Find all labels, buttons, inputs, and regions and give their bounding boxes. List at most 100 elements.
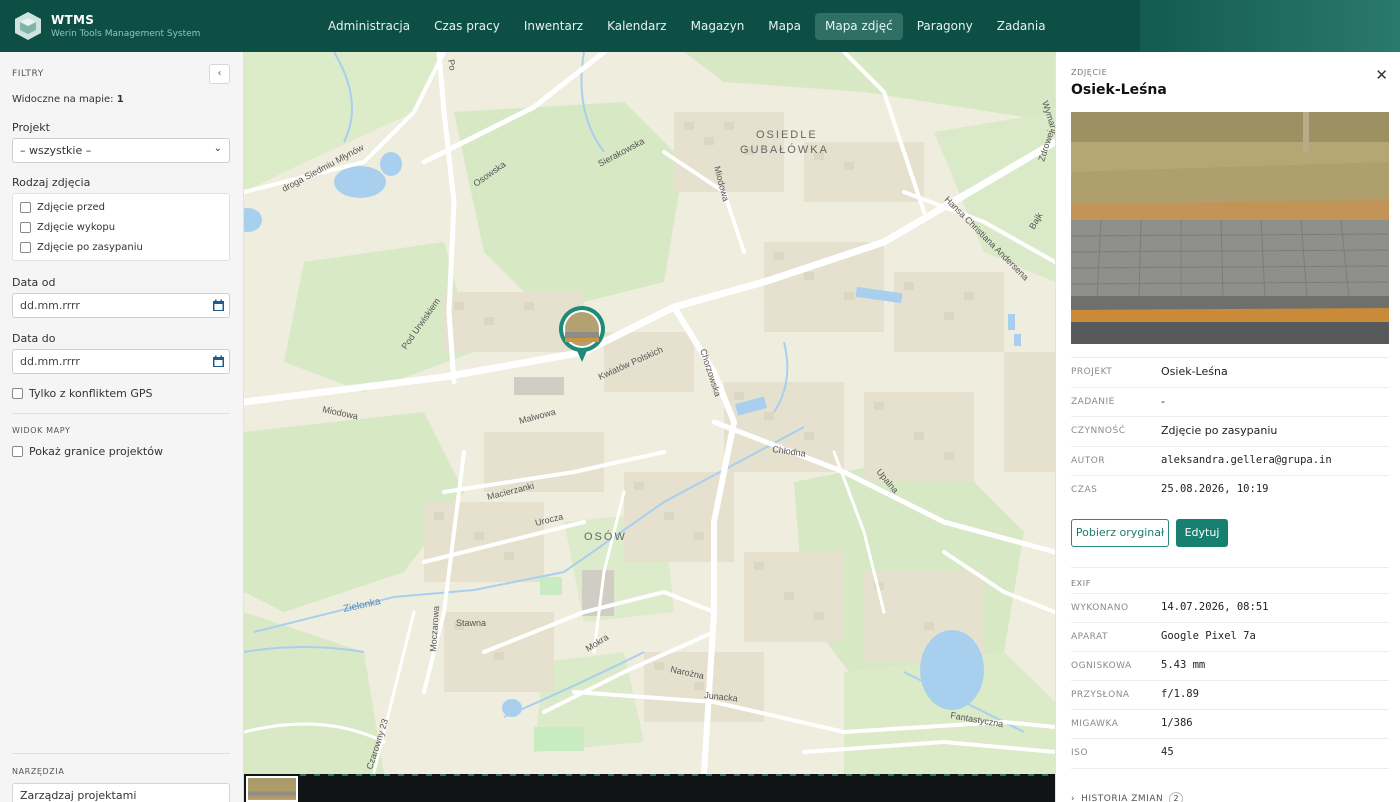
map-label-moczarowa: Moczarowa: [428, 606, 441, 653]
checkbox-show-bounds[interactable]: [12, 446, 23, 457]
main-nav: Administracja Czas pracy Inwentarz Kalen…: [318, 13, 1056, 40]
photo-thumbnail-strip: [244, 774, 1055, 802]
map-label-chorzowska: Chorzowska: [698, 348, 723, 398]
gps-conflict-label: Tylko z konfliktem GPS: [29, 387, 153, 400]
photo-type-label: Rodzaj zdjęcia: [12, 176, 91, 189]
history-toggle[interactable]: › HISTORIA ZMIAN 2: [1071, 792, 1184, 802]
exif-key: PRZYSŁONA: [1071, 690, 1130, 700]
nav-inwentarz[interactable]: Inwentarz: [514, 13, 593, 40]
photo-type-option[interactable]: Zdjęcie przed: [20, 202, 105, 213]
tools-title: NARZĘDZIA: [12, 767, 65, 776]
chevron-left-icon: ‹: [217, 68, 222, 79]
exif-value: 14.07.2026, 08:51: [1161, 601, 1269, 613]
exif-key: WYKONANO: [1071, 603, 1129, 613]
map-label-osiedle: OSIEDLE: [756, 129, 818, 141]
divider: [1071, 567, 1389, 568]
visible-count-label: Widoczne na mapie:: [12, 94, 114, 105]
collapse-sidebar-button[interactable]: ‹: [209, 64, 230, 84]
download-original-button[interactable]: Pobierz oryginał: [1071, 519, 1169, 547]
chevron-right-icon: ›: [1071, 794, 1076, 802]
exif-row-shutter: MIGAWKA 1/386: [1071, 709, 1389, 738]
nav-kalendarz[interactable]: Kalendarz: [597, 13, 677, 40]
map-label-zielonka: Zielonka: [342, 596, 382, 615]
checkbox-before[interactable]: [20, 202, 31, 213]
checkbox-excavation[interactable]: [20, 222, 31, 233]
date-from-placeholder: dd.mm.rrrr: [20, 299, 80, 312]
checkbox-gps-conflict[interactable]: [12, 388, 23, 399]
wtms-logo-icon: [15, 12, 41, 40]
history-count-badge: 2: [1169, 792, 1184, 802]
nav-zadania[interactable]: Zadania: [987, 13, 1056, 40]
history-label: HISTORIA ZMIAN: [1081, 794, 1164, 802]
manage-projects-button[interactable]: Zarządzaj projektami: [12, 783, 230, 802]
exif-row-iso: ISO 45: [1071, 738, 1389, 767]
detail-key: ZADANIE: [1071, 397, 1115, 407]
map-label-malwowa: Malwowa: [518, 407, 557, 426]
show-bounds-option[interactable]: Pokaż granice projektów: [12, 445, 163, 458]
detail-row-activity: CZYNNOŚĆ Zdjęcie po zasypaniu: [1071, 416, 1389, 445]
app-subtitle: Werin Tools Management System: [51, 29, 201, 39]
detail-value: 25.08.2026, 10:19: [1161, 483, 1269, 495]
exif-value: 45: [1161, 746, 1174, 758]
exif-key: ISO: [1071, 748, 1088, 758]
exif-key: OGNISKOWA: [1071, 661, 1132, 671]
gps-conflict-option[interactable]: Tylko z konfliktem GPS: [12, 387, 153, 400]
detail-title: Osiek-Leśna: [1071, 82, 1167, 98]
date-to-placeholder: dd.mm.rrrr: [20, 355, 80, 368]
photo-preview[interactable]: [1071, 112, 1389, 344]
divider: [12, 753, 230, 754]
nav-paragony[interactable]: Paragony: [907, 13, 983, 40]
detail-row-task: ZADANIE -: [1071, 387, 1389, 416]
exif-key: MIGAWKA: [1071, 719, 1119, 729]
navbar-accent: [1140, 0, 1400, 52]
detail-kicker: ZDJĘCIE: [1071, 68, 1108, 77]
date-to-label: Data do: [12, 332, 56, 345]
detail-row-author: AUTOR aleksandra.gellera@grupa.in: [1071, 446, 1389, 475]
detail-key: CZAS: [1071, 485, 1098, 495]
project-select-value: – wszystkie –: [20, 144, 92, 157]
calendar-icon[interactable]: [212, 355, 225, 368]
map-label-po: Po: [446, 59, 458, 72]
photo-type-option[interactable]: Zdjęcie wykopu: [20, 222, 115, 233]
detail-value: Zdjęcie po zasypaniu: [1161, 424, 1278, 437]
photo-type-group: Zdjęcie przed Zdjęcie wykopu Zdjęcie po …: [12, 193, 230, 261]
detail-row-time: CZAS 25.08.2026, 10:19: [1071, 475, 1389, 504]
date-to-input[interactable]: dd.mm.rrrr: [12, 349, 230, 374]
project-label: Projekt: [12, 121, 50, 134]
photo-map[interactable]: OSIEDLE GUBAŁÓWKA OSÓW Zielonka Osowska …: [244, 52, 1055, 774]
filters-title: FILTRY: [12, 69, 44, 79]
project-select[interactable]: – wszystkie – ⌄: [12, 138, 230, 163]
app-brand[interactable]: WTMS: [51, 13, 94, 27]
exif-title: EXIF: [1071, 579, 1091, 588]
chevron-down-icon: ⌄: [213, 143, 222, 154]
date-from-input[interactable]: dd.mm.rrrr: [12, 293, 230, 318]
exif-row-taken: WYKONANO 14.07.2026, 08:51: [1071, 593, 1389, 622]
nav-czas-pracy[interactable]: Czas pracy: [424, 13, 510, 40]
photo-type-excavation-label: Zdjęcie wykopu: [37, 222, 116, 233]
show-bounds-label: Pokaż granice projektów: [29, 445, 163, 458]
checkbox-after[interactable]: [20, 242, 31, 253]
map-canvas[interactable]: OSIEDLE GUBAŁÓWKA OSÓW Zielonka Osowska …: [244, 52, 1055, 774]
nav-administracja[interactable]: Administracja: [318, 13, 420, 40]
detail-key: AUTOR: [1071, 456, 1106, 466]
detail-value: -: [1161, 395, 1165, 408]
photo-type-option[interactable]: Zdjęcie po zasypaniu: [20, 242, 143, 253]
map-label-gubalowka: GUBAŁÓWKA: [740, 143, 829, 156]
exif-value: 1/386: [1161, 717, 1193, 729]
date-from-label: Data od: [12, 276, 56, 289]
nav-mapa-zdjec[interactable]: Mapa zdjęć: [814, 13, 903, 40]
calendar-icon[interactable]: [212, 299, 225, 312]
photo-thumbnail[interactable]: [246, 776, 298, 802]
detail-key: CZYNNOŚĆ: [1071, 426, 1126, 436]
close-icon[interactable]: ✕: [1375, 66, 1388, 84]
edit-button[interactable]: Edytuj: [1176, 519, 1228, 547]
nav-magazyn[interactable]: Magazyn: [681, 13, 755, 40]
exif-value: f/1.89: [1161, 688, 1199, 700]
detail-key: PROJEKT: [1071, 367, 1113, 377]
exif-row-camera: APARAT Google Pixel 7a: [1071, 622, 1389, 651]
map-label-osow: OSÓW: [584, 530, 627, 543]
map-view-title: WIDOK MAPY: [12, 426, 71, 435]
visible-count: Widoczne na mapie: 1: [12, 94, 124, 105]
exif-row-focal: OGNISKOWA 5.43 mm: [1071, 651, 1389, 680]
nav-mapa[interactable]: Mapa: [758, 13, 811, 40]
